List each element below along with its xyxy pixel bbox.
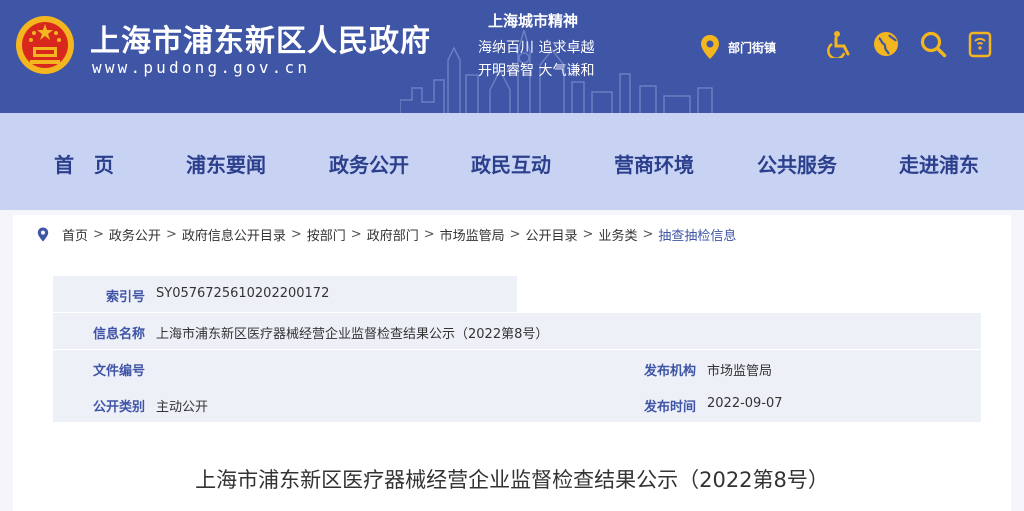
breadcrumb-separator: > [582,227,594,242]
info-row-index: 索引号 SY0576725610202200172 [53,276,517,312]
site-header: 上海市浦东新区人民政府 www.pudong.gov.cn 上海城市精神 海纳百… [0,0,1024,113]
docno-label: 文件编号 [92,364,145,379]
mobile-icon[interactable] [966,30,994,58]
issuer-label: 发布机构 [643,364,696,379]
nav-item-about-pudong[interactable]: 走进浦东 [899,149,979,178]
breadcrumb-separator: > [642,227,654,242]
name-label: 信息名称 [92,327,145,342]
site-title[interactable]: 上海市浦东新区人民政府 [90,16,431,60]
accessibility-icon[interactable] [826,30,854,58]
city-spirit-line-1: 海纳百川 追求卓越 [478,40,595,56]
department-town-link[interactable]: 部门街镇 [700,34,776,60]
breadcrumb-separator: > [509,227,521,242]
breadcrumb-separator: > [423,227,435,242]
nav-item-pudong-news[interactable]: 浦东要闻 [186,149,266,178]
nav-item-business-environment[interactable]: 营商环境 [614,149,694,178]
issuer-value: 市场监管局 [707,364,773,379]
date-value: 2022-09-07 [707,396,783,411]
location-pin-icon [37,227,49,242]
main-nav: 首 页 浦东要闻 政务公开 政民互动 营商环境 公共服务 走进浦东 [0,113,1024,210]
breadcrumb-item[interactable]: 业务类 [598,225,637,244]
search-icon[interactable] [919,30,947,58]
breadcrumb-item[interactable]: 市场监管局 [440,225,505,244]
breadcrumb-item[interactable]: 公开目录 [526,225,578,244]
nav-item-government-affairs[interactable]: 政务公开 [329,149,409,178]
breadcrumb-item[interactable]: 按部门 [307,225,346,244]
breadcrumb-item[interactable]: 政府信息公开目录 [182,225,286,244]
location-pin-icon [701,35,719,59]
index-value: SY0576725610202200172 [156,286,330,301]
info-row-category: 公开类别 主动公开 发布时间 2022-09-07 [53,386,981,422]
info-row-name: 信息名称 上海市浦东新区医疗器械经营企业监督检查结果公示（2022第8号） [53,313,981,349]
breadcrumb-current[interactable]: 抽查抽检信息 [658,225,736,244]
nav-item-home[interactable]: 首 页 [54,149,114,178]
breadcrumb-separator: > [165,227,177,242]
breadcrumb-item[interactable]: 政务公开 [109,225,161,244]
category-value: 主动公开 [156,400,209,415]
site-url[interactable]: www.pudong.gov.cn [92,58,310,77]
date-label: 发布时间 [643,400,696,415]
breadcrumb: 首页 > 政务公开 > 政府信息公开目录 > 按部门 > 政府部门 > 市场监管… [37,225,736,244]
index-label: 索引号 [105,290,145,305]
nav-item-public-services[interactable]: 公共服务 [757,149,837,178]
nav-item-public-interaction[interactable]: 政民互动 [471,149,551,178]
national-emblem-icon [16,16,74,74]
globe-icon[interactable] [872,30,900,58]
name-value: 上海市浦东新区医疗器械经营企业监督检查结果公示（2022第8号） [156,327,549,342]
info-row-docno: 文件编号 发布机构 市场监管局 [53,350,981,386]
breadcrumb-item[interactable]: 政府部门 [367,225,419,244]
department-town-label: 部门街镇 [728,40,777,55]
document-title: 上海市浦东新区医疗器械经营企业监督检查结果公示（2022第8号） [195,468,829,492]
breadcrumb-item[interactable]: 首页 [62,225,88,244]
city-spirit-title: 上海城市精神 [488,12,579,30]
breadcrumb-separator: > [350,227,362,242]
breadcrumb-separator: > [93,227,104,242]
breadcrumb-separator: > [290,227,302,242]
city-spirit-line-2: 开明睿智 大气谦和 [478,63,595,79]
category-label: 公开类别 [92,400,145,415]
